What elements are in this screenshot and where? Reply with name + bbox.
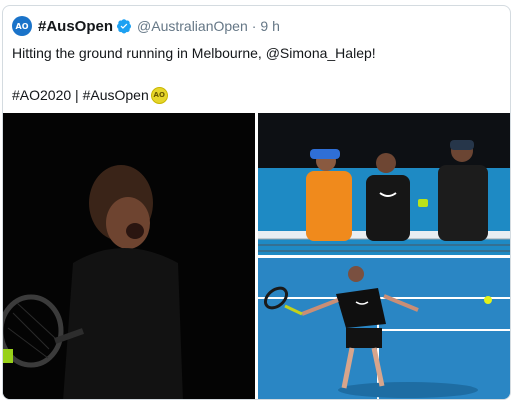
photo-left[interactable] [3,113,255,399]
verified-badge-icon [116,18,132,34]
display-name[interactable]: #AusOpen [38,18,113,35]
photo-top-right[interactable] [258,113,510,255]
timestamp[interactable]: 9 h [260,18,279,34]
separator-dot: · [251,18,257,34]
tweet-card[interactable]: AO #AusOpen @AustralianOpen · 9 h Hittin… [2,5,511,400]
tweet-text-line1: Hitting the ground running in Melbourne,… [12,45,376,61]
tweet-header: AO #AusOpen @AustralianOpen · 9 h [12,15,280,37]
handle[interactable]: @AustralianOpen [137,18,248,34]
avatar[interactable]: AO [12,16,32,36]
photo-bottom-right[interactable] [258,258,510,399]
tweet-text-line2: #AO2020 | #AusOpen AO [12,86,168,105]
ao-ball-icon: AO [150,87,168,104]
media-grid [3,113,510,399]
hashtags[interactable]: #AO2020 | #AusOpen [12,86,149,105]
